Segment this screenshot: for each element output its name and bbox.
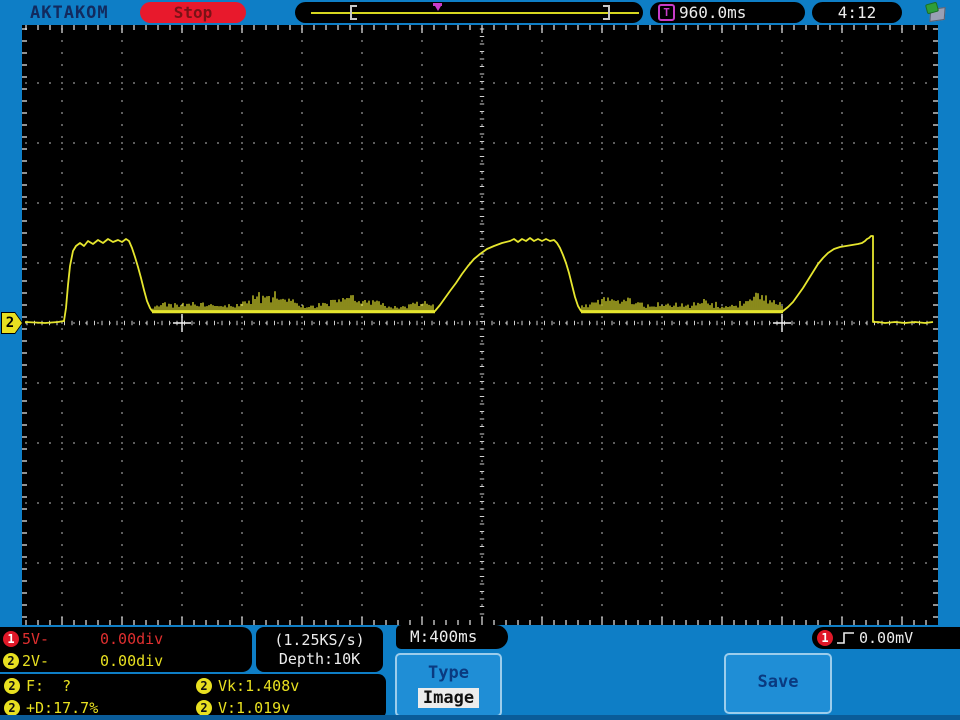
channel2-badge: 2 <box>3 653 19 669</box>
trigger-channel-badge: 1 <box>817 630 833 646</box>
channel1-row: 1 5V- 0.00div <box>0 628 252 650</box>
trigger-time-readout: T 960.0ms <box>650 2 805 23</box>
window-right-bracket-icon <box>603 5 610 20</box>
trigger-settings-readout: 1 0.00mV <box>812 627 960 649</box>
meas-vk: Vk:1.408v <box>218 677 300 695</box>
oscilloscope-screen: AKTAKOM Stop T 960.0ms 4:12 2 1 5V- 0.00… <box>0 0 960 720</box>
clock: 4:12 <box>812 2 902 23</box>
memory-bar <box>311 12 639 14</box>
meas-vk-channel-badge: 2 <box>196 678 212 694</box>
type-label: Type <box>428 663 469 683</box>
trigger-position-icon <box>433 2 442 11</box>
meas-v-channel-badge: 2 <box>196 700 212 716</box>
meas-duty-channel-badge: 2 <box>4 700 20 716</box>
top-status-bar: AKTAKOM Stop T 960.0ms 4:12 <box>0 0 960 25</box>
channel2-row: 2 2V- 0.00div <box>0 650 252 672</box>
timebase-readout: M:400ms <box>396 625 508 649</box>
trigger-t-icon: T <box>658 4 675 21</box>
memory-depth: Depth:10K <box>278 650 361 668</box>
type-menu-button[interactable]: Type Image <box>395 653 502 717</box>
sample-rate: (1.25KS/s) <box>274 631 365 649</box>
waveform-display <box>22 25 938 625</box>
channel1-scale: 5V- <box>22 630 50 648</box>
type-selected-value[interactable]: Image <box>417 688 480 708</box>
channel2-position-marker: 2 <box>1 312 23 334</box>
horizontal-position-indicator <box>295 2 643 23</box>
acquisition-info-panel: (1.25KS/s) Depth:10K <box>256 627 383 672</box>
brand-logo: AKTAKOM <box>30 3 109 23</box>
rising-edge-icon <box>837 632 854 644</box>
usb-drive-icon <box>924 1 947 22</box>
trigger-level-value: 0.00mV <box>859 629 914 647</box>
channel1-position: 0.00div <box>100 630 164 648</box>
meas-freq-channel-badge: 2 <box>4 678 20 694</box>
acquisition-status-badge: Stop <box>140 2 246 23</box>
channel2-scale: 2V- <box>22 652 50 670</box>
save-button[interactable]: Save <box>724 653 832 714</box>
channel1-badge: 1 <box>3 631 19 647</box>
window-left-bracket-icon <box>350 5 357 20</box>
trigger-time-value: 960.0ms <box>679 3 747 22</box>
measurements-panel: 2 F: ? 2 Vk:1.408v 2 +D:17.7% 2 V:1.019v <box>0 674 386 719</box>
channel2-position: 0.00div <box>100 652 164 670</box>
graticule-and-trace <box>22 25 938 625</box>
channel-settings-panel: 1 5V- 0.00div 2 2V- 0.00div <box>0 627 252 672</box>
meas-frequency: F: ? <box>26 677 72 695</box>
bottom-edge-strip <box>0 715 960 720</box>
